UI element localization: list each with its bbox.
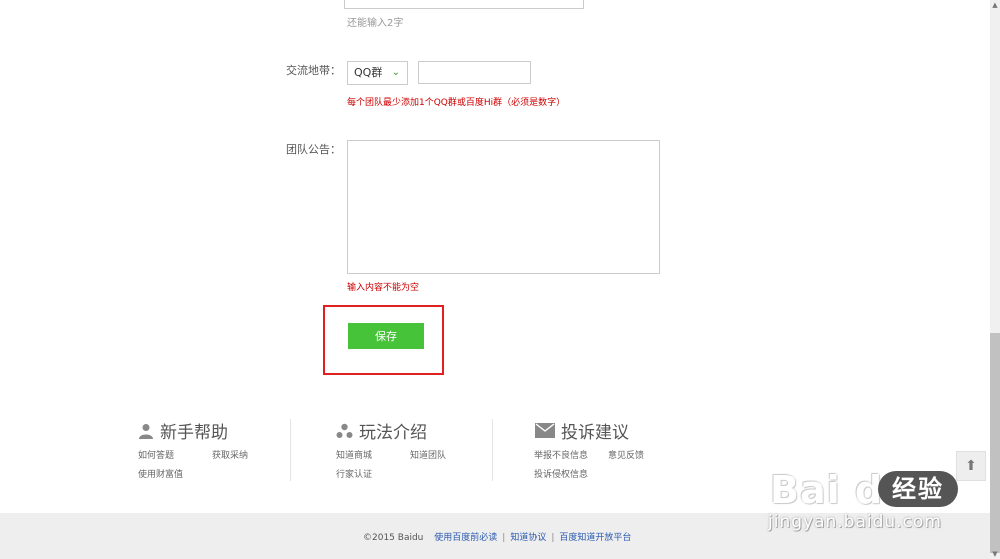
- footer-col-title: 投诉建议: [561, 423, 629, 443]
- bottom-link[interactable]: 百度知道开放平台: [559, 533, 631, 543]
- footer-col-play: 玩法介绍: [336, 418, 427, 443]
- footer-divider: [290, 419, 291, 481]
- footer-col-title: 新手帮助: [160, 423, 228, 443]
- char-count-hint: 还能输入2字: [347, 18, 404, 29]
- contact-label: 交流地带：: [286, 64, 341, 77]
- footer-link[interactable]: 举报不良信息: [534, 448, 588, 461]
- bottom-bar-row: ©2015 Baidu 使用百度前必读 | 知道协议 | 百度知道开放平台: [363, 530, 631, 543]
- molecule-icon: [336, 423, 353, 438]
- contact-error: 每个团队最少添加1个QQ群或百度Hi群（必须是数字）: [347, 98, 566, 108]
- notice-label: 团队公告：: [286, 143, 341, 156]
- separator: |: [551, 533, 555, 543]
- back-to-top-button[interactable]: ⬆: [956, 451, 986, 481]
- footer-link[interactable]: 使用财富值: [138, 467, 183, 480]
- footer-link[interactable]: 知道团队: [410, 448, 446, 461]
- watermark-badge: 经验: [878, 471, 958, 507]
- watermark-url: jingyan.baidu.com: [768, 512, 942, 532]
- footer-link[interactable]: 获取采纳: [212, 448, 248, 461]
- footer-link[interactable]: 行家认证: [336, 467, 372, 480]
- scroll-up-arrow-icon[interactable]: ▲: [990, 0, 1000, 10]
- footer-divider: [492, 419, 493, 481]
- user-icon: [139, 423, 153, 439]
- contact-type-value: QQ群: [354, 66, 383, 79]
- footer-col-help: 新手帮助: [138, 418, 228, 443]
- bottom-link[interactable]: 使用百度前必读: [434, 533, 497, 543]
- footer-link[interactable]: 意见反馈: [608, 448, 644, 461]
- notice-error: 输入内容不能为空: [347, 283, 420, 293]
- save-button[interactable]: 保存: [348, 323, 424, 349]
- scroll-down-arrow-icon[interactable]: ▼: [990, 549, 1000, 559]
- footer-link[interactable]: 知道商城: [336, 448, 372, 461]
- footer-link[interactable]: 如何答题: [138, 448, 174, 461]
- mail-icon: [535, 423, 555, 438]
- arrow-up-icon: ⬆: [965, 458, 977, 474]
- footer-col-feedback: 投诉建议: [535, 418, 629, 443]
- contact-type-select[interactable]: QQ群 ⌄: [347, 61, 408, 85]
- copyright: ©2015 Baidu: [363, 533, 424, 543]
- notice-textarea[interactable]: [347, 140, 660, 274]
- footer-link[interactable]: 投诉侵权信息: [534, 467, 588, 480]
- chevron-down-icon: ⌄: [391, 67, 400, 78]
- footer-col-title: 玩法介绍: [359, 423, 427, 443]
- separator: |: [502, 533, 506, 543]
- bottom-link[interactable]: 知道协议: [510, 533, 546, 543]
- contact-number-input[interactable]: [418, 61, 531, 84]
- scrollbar-thumb[interactable]: [990, 333, 1000, 553]
- team-name-input[interactable]: ▀▀▀ ▀▀▀▀ ▀: [344, 0, 584, 9]
